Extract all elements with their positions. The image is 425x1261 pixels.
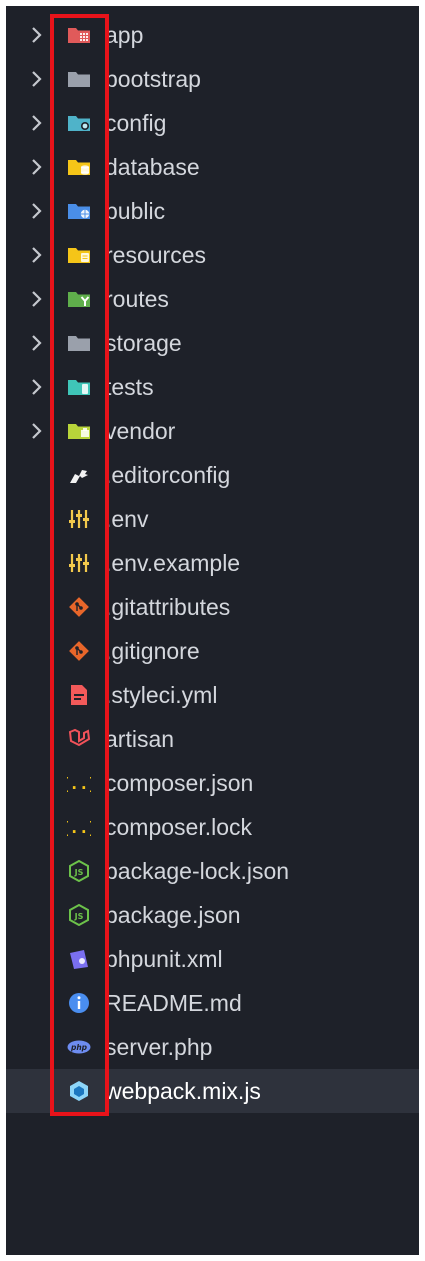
folder-app-icon [67,24,91,46]
folder-config-icon [67,112,91,134]
folder-name: public [105,198,166,224]
folder-name: config [105,110,167,136]
git-icon [67,596,91,618]
json-braces-icon: {..} [60,816,99,838]
folder-tests-icon [67,376,91,398]
folder-row[interactable]: routes [6,277,419,321]
folder-routes-icon [67,288,91,310]
file-name: composer.json [105,770,254,796]
php-icon: php [67,1036,91,1058]
chevron-right-icon[interactable] [29,156,43,178]
json-braces-icon: {..} [60,772,99,794]
folder-name: app [105,22,144,48]
file-row[interactable]: .editorconfig [6,453,419,497]
folder-name: tests [105,374,154,400]
file-name: composer.lock [105,814,253,840]
svg-text:{..}: {..} [67,818,91,837]
folder-row[interactable]: storage [6,321,419,365]
chevron-right-icon[interactable] [29,68,43,90]
chevron-right-icon[interactable] [29,112,43,134]
folder-row[interactable]: public [6,189,419,233]
folder-row[interactable]: bootstrap [6,57,419,101]
file-row[interactable]: .env.example [6,541,419,585]
file-row[interactable]: JS package-lock.json [6,849,419,893]
file-name: server.php [105,1034,213,1060]
folder-row[interactable]: vendor [6,409,419,453]
file-row[interactable]: .styleci.yml [6,673,419,717]
env-settings-icon [67,552,91,574]
file-name: .gitignore [105,638,200,664]
file-row[interactable]: webpack.mix.js [6,1069,419,1113]
chevron-right-icon[interactable] [29,200,43,222]
file-row[interactable]: .gitattributes [6,585,419,629]
folder-icon [67,68,91,90]
file-row[interactable]: php server.php [6,1025,419,1069]
file-name: .env [105,506,149,532]
laravel-icon [67,728,91,750]
file-name: artisan [105,726,175,752]
folder-database-icon [67,156,91,178]
file-name: README.md [105,990,242,1016]
file-row[interactable]: .gitignore [6,629,419,673]
svg-text:JS: JS [74,912,84,921]
webpack-icon [67,1080,91,1102]
file-tree: app bootstrap config database public resource… [6,13,419,1113]
folder-name: resources [105,242,206,268]
phpunit-icon [67,948,91,970]
nodejs-icon: JS [67,859,91,883]
folder-name: bootstrap [105,66,201,92]
chevron-right-icon[interactable] [29,244,43,266]
folder-vendor-icon [67,420,91,442]
folder-name: database [105,154,200,180]
folder-public-icon [67,200,91,222]
file-row[interactable]: {..} composer.json [6,761,419,805]
file-name: .editorconfig [105,462,231,488]
file-name: .env.example [105,550,241,576]
nodejs-icon: JS [67,903,91,927]
folder-name: storage [105,330,182,356]
folder-name: vendor [105,418,176,444]
chevron-right-icon[interactable] [29,24,43,46]
chevron-right-icon[interactable] [29,288,43,310]
svg-text:php: php [70,1043,88,1052]
git-icon [67,640,91,662]
file-row[interactable]: phpunit.xml [6,937,419,981]
file-name: package.json [105,902,241,928]
folder-name: routes [105,286,169,312]
editorconfig-icon [67,464,91,486]
svg-text:JS: JS [74,868,84,877]
file-name: .gitattributes [105,594,231,620]
folder-resources-icon [67,244,91,266]
file-row[interactable]: .env [6,497,419,541]
yaml-file-icon [67,684,91,706]
folder-row[interactable]: database [6,145,419,189]
folder-row[interactable]: resources [6,233,419,277]
file-name: package-lock.json [105,858,290,884]
svg-text:{..}: {..} [67,774,91,793]
chevron-right-icon[interactable] [29,332,43,354]
folder-row[interactable]: config [6,101,419,145]
file-row[interactable]: {..} composer.lock [6,805,419,849]
file-row[interactable]: JS package.json [6,893,419,937]
folder-row[interactable]: app [6,13,419,57]
file-name: .styleci.yml [105,682,218,708]
file-name: webpack.mix.js [105,1078,261,1104]
file-row[interactable]: artisan [6,717,419,761]
file-explorer: app bootstrap config database public resource… [6,6,419,1255]
info-icon [67,992,91,1014]
chevron-right-icon[interactable] [29,420,43,442]
folder-row[interactable]: tests [6,365,419,409]
chevron-right-icon[interactable] [29,376,43,398]
file-row[interactable]: README.md [6,981,419,1025]
file-name: phpunit.xml [105,946,223,972]
env-settings-icon [67,508,91,530]
folder-icon [67,332,91,354]
